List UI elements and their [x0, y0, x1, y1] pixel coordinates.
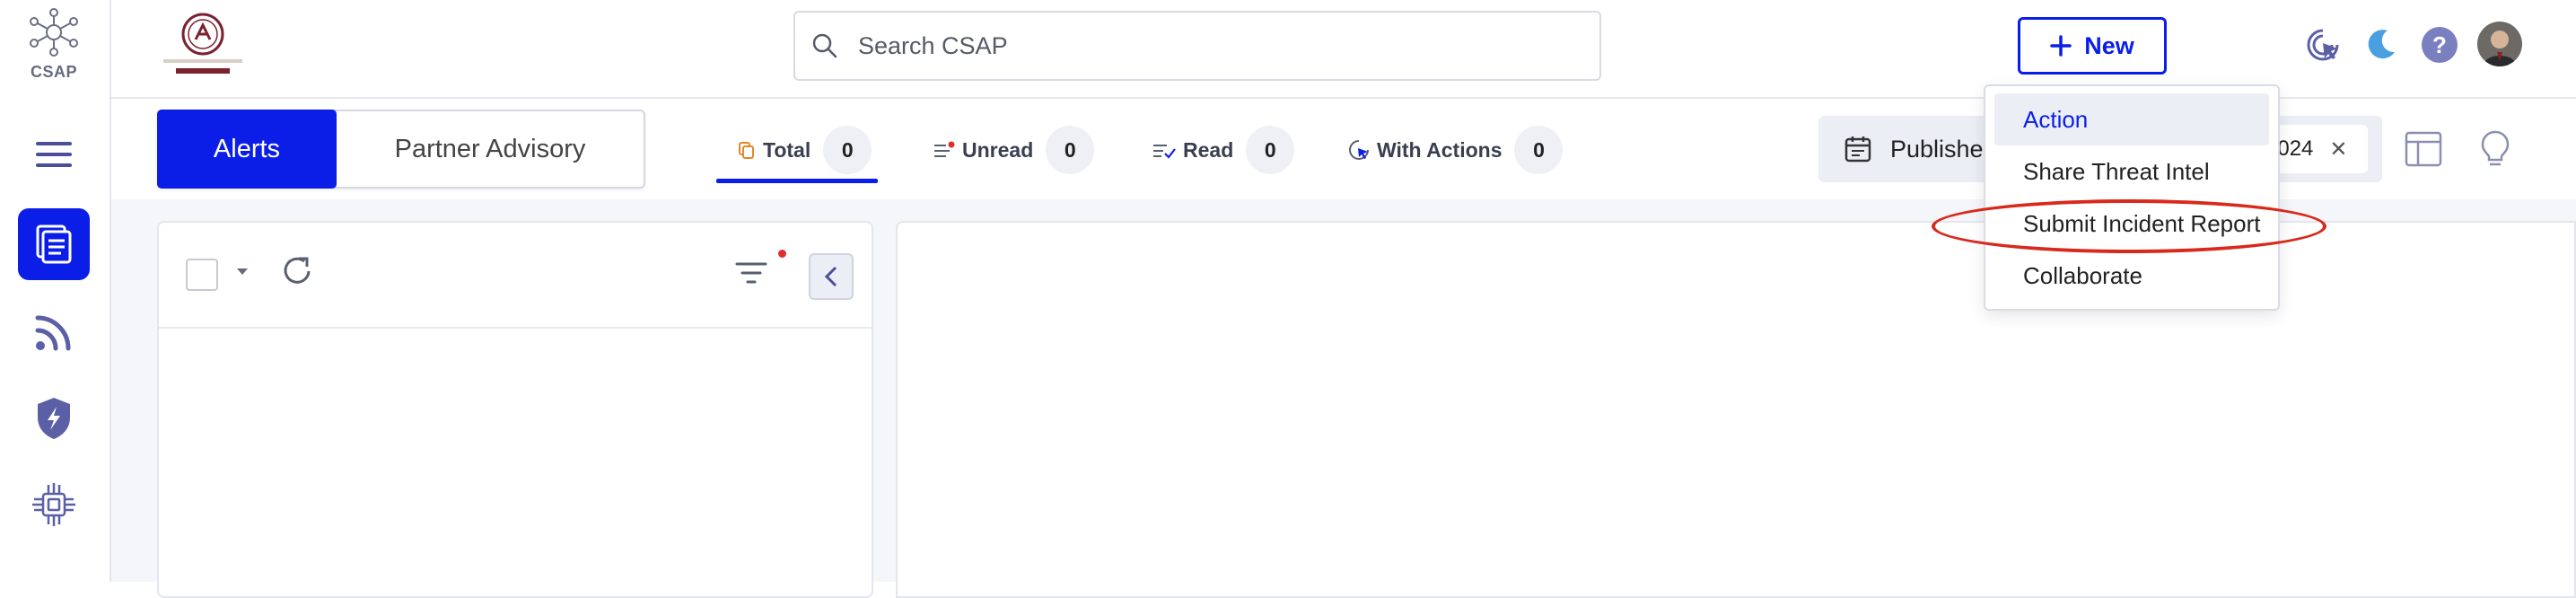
dark-mode-toggle[interactable] — [2359, 23, 2402, 66]
unread-list-icon — [933, 141, 955, 159]
chevron-left-icon — [823, 266, 839, 287]
menu-item-action[interactable]: Action — [1994, 93, 2269, 145]
tab-unread[interactable]: Unread 0 — [933, 122, 1094, 178]
help-button[interactable]: ? — [2418, 23, 2461, 66]
select-all-checkbox[interactable] — [186, 259, 218, 291]
left-sidebar: CSAP — [0, 0, 111, 582]
tab-total[interactable]: Total 0 — [738, 122, 872, 178]
sidebar-item-security[interactable] — [18, 383, 90, 454]
tab-read[interactable]: Read 0 — [1152, 122, 1294, 178]
csap-logo-text: CSAP — [0, 63, 108, 82]
tab-with-actions-count: 0 — [1514, 126, 1563, 174]
refresh-icon[interactable] — [279, 253, 315, 289]
tab-read-label: Read — [1183, 138, 1233, 163]
tab-total-count: 0 — [823, 126, 872, 174]
search-icon — [811, 32, 838, 59]
layout-toggle-button[interactable] — [2402, 128, 2445, 171]
menu-item-share-threat-intel[interactable]: Share Threat Intel — [1994, 145, 2269, 198]
segment-alerts[interactable]: Alerts — [157, 110, 337, 189]
sidebar-item-feeds[interactable] — [18, 296, 90, 368]
menu-item-submit-incident-report[interactable]: Submit Incident Report — [1994, 198, 2269, 250]
feed-icon — [34, 312, 74, 352]
moon-icon — [2362, 27, 2398, 63]
search-input[interactable] — [858, 32, 1558, 60]
cursor-icon — [2305, 27, 2341, 63]
chevron-down-icon[interactable] — [236, 268, 249, 277]
read-list-icon — [1152, 141, 1176, 159]
lightbulb-icon — [2480, 129, 2510, 169]
menu-item-collaborate[interactable]: Collaborate — [1994, 250, 2269, 302]
collapse-panel-button[interactable] — [809, 253, 854, 300]
csap-logo-icon — [25, 7, 83, 57]
copy-icon — [738, 141, 756, 159]
insights-button[interactable] — [2474, 128, 2517, 171]
sidebar-item-devices[interactable] — [18, 469, 90, 541]
filter-icon[interactable] — [733, 257, 769, 287]
sidebar-item-alerts[interactable] — [18, 208, 90, 280]
plus-icon — [2050, 35, 2072, 57]
new-button[interactable]: New — [2018, 17, 2167, 75]
alerts-icon — [34, 224, 74, 264]
tab-total-label: Total — [763, 138, 810, 163]
action-cursor-icon — [1348, 139, 1370, 161]
segment-partner-advisory[interactable]: Partner Advisory — [337, 111, 644, 187]
list-toolbar — [159, 223, 872, 329]
alert-detail-panel — [896, 221, 2576, 598]
tab-read-count: 0 — [1246, 126, 1294, 174]
layout-icon — [2405, 131, 2442, 167]
active-tab-indicator — [716, 179, 878, 183]
published-filter-label: Published — [1890, 136, 1997, 163]
hamburger-menu-button[interactable] — [18, 119, 90, 190]
help-icon: ? — [2421, 26, 2458, 64]
avatar[interactable] — [2477, 22, 2522, 66]
new-button-label: New — [2084, 32, 2134, 60]
cursor-tracking-button[interactable] — [2301, 23, 2344, 66]
hamburger-icon — [36, 141, 72, 168]
svg-text:?: ? — [2432, 31, 2447, 58]
calendar-icon — [1844, 135, 1872, 163]
tab-with-actions[interactable]: With Actions 0 — [1348, 122, 1563, 178]
new-dropdown-menu: Action Share Threat Intel Submit Inciden… — [1984, 84, 2280, 311]
tab-unread-count: 0 — [1046, 126, 1094, 174]
clear-date-icon[interactable]: ✕ — [2329, 136, 2347, 163]
filter-active-dot — [778, 250, 786, 258]
chip-icon — [29, 479, 79, 530]
alert-type-toggle: Alerts Partner Advisory — [157, 110, 645, 189]
tab-unread-label: Unread — [962, 138, 1033, 163]
shield-icon — [34, 396, 74, 441]
search-bar[interactable] — [793, 11, 1601, 81]
alerts-list-panel — [157, 221, 873, 598]
tab-with-actions-label: With Actions — [1377, 138, 1502, 163]
organization-logo-icon — [158, 13, 248, 79]
